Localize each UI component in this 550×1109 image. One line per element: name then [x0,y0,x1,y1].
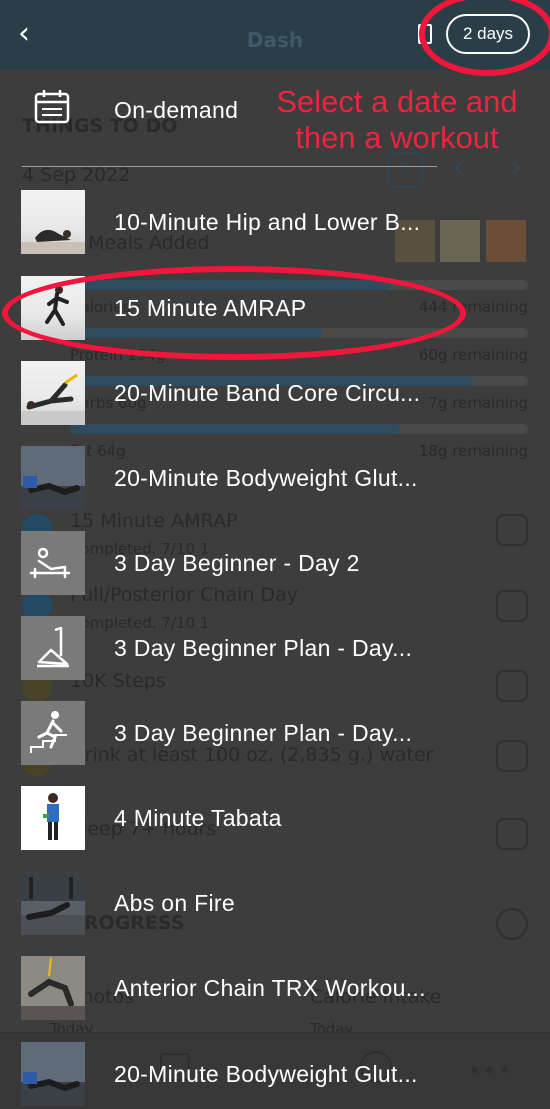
annotation-line: Select a date and [276,84,518,119]
workout-label: 10-Minute Hip and Lower B... [114,209,421,235]
annotation-instruction: Select a date and then a workout [262,84,532,156]
workout-item[interactable]: 3 Day Beginner - Day 2 [0,521,550,606]
workout-thumbnail [21,956,85,1020]
divider [22,166,437,167]
workout-item[interactable]: 10-Minute Hip and Lower B... [0,180,550,265]
workout-label: 3 Day Beginner Plan - Day... [114,635,413,661]
workout-item[interactable]: 20-Minute Bodyweight Glut... [0,436,550,521]
workout-picker: On-demand 10-Minute Hip and Lower B... 1… [0,70,550,1109]
workout-thumbnail [21,786,85,850]
workout-label: 20-Minute Bodyweight Glut... [114,465,418,491]
workout-item[interactable]: 20-Minute Band Core Circu... [0,351,550,436]
workout-thumbnail [21,701,85,765]
workout-item[interactable]: 3 Day Beginner Plan - Day... [0,691,550,776]
workout-label: 3 Day Beginner - Day 2 [114,550,360,576]
workout-item[interactable]: 20-Minute Bodyweight Glut... [0,1032,550,1109]
workout-item[interactable]: Anterior Chain TRX Workou... [0,946,550,1031]
workout-thumbnail [21,616,85,680]
workout-item[interactable]: 3 Day Beginner Plan - Day... [0,606,550,691]
workout-label: 3 Day Beginner Plan - Day... [114,720,413,746]
on-demand-label: On-demand [114,97,239,123]
annotation-circle-workout [2,266,466,360]
workout-thumbnail [21,1042,85,1106]
workout-label: 20-Minute Bodyweight Glut... [114,1061,418,1087]
workout-thumbnail [21,190,85,254]
workout-thumbnail [21,446,85,510]
workout-label: Abs on Fire [114,890,235,916]
annotation-line: then a workout [295,120,499,155]
workout-label: 4 Minute Tabata [114,805,282,831]
workout-thumbnail [21,531,85,595]
calendar-list-icon [33,88,71,126]
workout-thumbnail [21,871,85,935]
workout-item[interactable]: Abs on Fire [0,861,550,946]
screen: ‹ Dash 2 days THINGS TO DO 4 Sep 2022 T … [0,0,550,1109]
workout-label: Anterior Chain TRX Workou... [114,975,426,1001]
workout-thumbnail [21,361,85,425]
workout-item[interactable]: 4 Minute Tabata [0,776,550,861]
workout-label: 20-Minute Band Core Circu... [114,380,421,406]
